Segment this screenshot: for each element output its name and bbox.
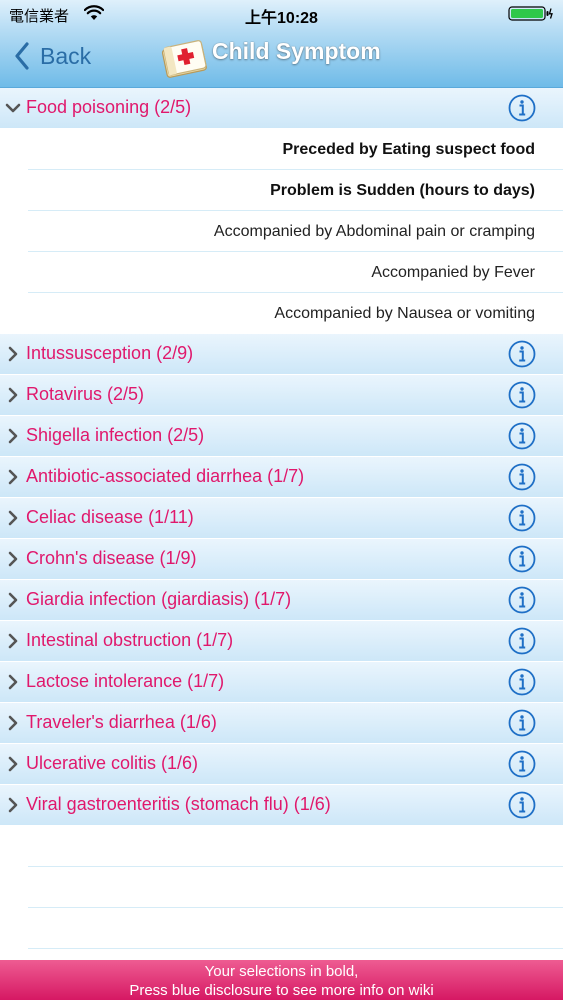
info-icon[interactable] <box>508 750 536 778</box>
info-icon[interactable] <box>508 791 536 819</box>
footer-line-1: Your selections in bold, <box>204 963 359 980</box>
chevron-right-icon <box>8 469 18 485</box>
chevron-right-icon <box>8 715 18 731</box>
page-title: Child Symptom <box>212 38 381 64</box>
battery-icon <box>508 6 553 21</box>
condition-label: Ulcerative colitis (1/6) <box>26 753 199 773</box>
symptom-label: Problem is Sudden (hours to days) <box>270 182 535 199</box>
info-icon[interactable] <box>508 381 536 409</box>
condition-section-row[interactable]: Antibiotic-associated diarrhea (1/7) <box>0 457 563 498</box>
condition-label: Viral gastroenteritis (stomach flu) (1/6… <box>26 794 331 814</box>
footer-line-2: Press blue disclosure to see more info o… <box>129 982 434 999</box>
chevron-right-icon <box>8 592 18 608</box>
info-icon[interactable] <box>508 545 536 573</box>
info-icon[interactable] <box>508 94 536 122</box>
condition-section-row[interactable]: Intussusception (2/9) <box>0 334 563 375</box>
empty-row <box>0 826 563 867</box>
info-icon[interactable] <box>508 422 536 450</box>
condition-label: Lactose intolerance (1/7) <box>26 671 225 691</box>
status-time: 上午10:28 <box>245 10 318 27</box>
info-icon[interactable] <box>508 504 536 532</box>
status-bar: 電信業者 上午10:28 <box>0 0 563 28</box>
symptom-label: Accompanied by Abdominal pain or crampin… <box>213 223 535 240</box>
symptom-label: Accompanied by Fever <box>371 264 535 281</box>
symptom-row[interactable]: Problem is Sudden (hours to days) <box>0 170 563 211</box>
back-button-label: Back <box>40 42 92 69</box>
condition-section-row[interactable]: Ulcerative colitis (1/6) <box>0 744 563 785</box>
empty-row <box>0 867 563 908</box>
condition-label: Giardia infection (giardiasis) (1/7) <box>26 589 292 609</box>
condition-section-row[interactable]: Lactose intolerance (1/7) <box>0 662 563 703</box>
condition-section-row[interactable]: Viral gastroenteritis (stomach flu) (1/6… <box>0 785 563 826</box>
condition-section-row[interactable]: Giardia infection (giardiasis) (1/7) <box>0 580 563 621</box>
condition-section-row[interactable]: Traveler's diarrhea (1/6) <box>0 703 563 744</box>
header: 電信業者 上午10:28 Back Child Symptom <box>0 0 563 88</box>
chevron-right-icon <box>8 674 18 690</box>
chevron-right-icon <box>8 428 18 444</box>
condition-section-row[interactable]: Food poisoning (2/5) <box>0 88 563 129</box>
condition-section-row[interactable]: Intestinal obstruction (1/7) <box>0 621 563 662</box>
symptom-row[interactable]: Accompanied by Abdominal pain or crampin… <box>0 211 563 252</box>
footer-hint: Your selections in bold, Press blue disc… <box>0 960 563 1000</box>
chevron-right-icon <box>8 797 18 813</box>
back-chevron-icon <box>15 42 29 70</box>
info-icon[interactable] <box>508 668 536 696</box>
condition-list: Food poisoning (2/5) Preceded by Eating s… <box>0 88 563 960</box>
chevron-right-icon <box>8 551 18 567</box>
symptom-row[interactable]: Accompanied by Fever <box>0 252 563 293</box>
chevron-right-icon <box>8 346 18 362</box>
chevron-right-icon <box>8 756 18 772</box>
chevron-down-icon <box>5 103 21 113</box>
condition-label: Rotavirus (2/5) <box>26 384 145 404</box>
symptom-label: Preceded by Eating suspect food <box>282 141 536 158</box>
chevron-right-icon <box>8 633 18 649</box>
symptom-row[interactable]: Preceded by Eating suspect food <box>0 129 563 170</box>
condition-label: Antibiotic-associated diarrhea (1/7) <box>26 466 305 486</box>
medical-book-icon <box>161 40 207 78</box>
condition-section-row[interactable]: Rotavirus (2/5) <box>0 375 563 416</box>
condition-label: Food poisoning (2/5) <box>26 97 192 117</box>
screen: 電信業者 上午10:28 Back Child Symptom Food poi… <box>0 0 563 1000</box>
condition-section-row[interactable]: Shigella infection (2/5) <box>0 416 563 457</box>
condition-label: Crohn's disease (1/9) <box>26 548 197 568</box>
symptom-label: Accompanied by Nausea or vomiting <box>274 305 535 322</box>
info-icon[interactable] <box>508 627 536 655</box>
empty-row <box>0 908 563 949</box>
info-icon[interactable] <box>508 709 536 737</box>
condition-section-row[interactable]: Crohn's disease (1/9) <box>0 539 563 580</box>
back-button[interactable]: Back <box>14 38 91 74</box>
info-icon[interactable] <box>508 463 536 491</box>
info-icon[interactable] <box>508 586 536 614</box>
condition-section-row[interactable]: Celiac disease (1/11) <box>0 498 563 539</box>
nav-bar: Back Child Symptom <box>0 28 563 88</box>
condition-label: Celiac disease (1/11) <box>26 507 194 527</box>
info-icon[interactable] <box>508 340 536 368</box>
symptom-row[interactable]: Accompanied by Nausea or vomiting <box>0 293 563 334</box>
chevron-right-icon <box>8 510 18 526</box>
condition-label: Intestinal obstruction (1/7) <box>26 630 234 650</box>
chevron-right-icon <box>8 387 18 403</box>
condition-label: Intussusception (2/9) <box>26 343 194 363</box>
condition-label: Shigella infection (2/5) <box>26 425 205 445</box>
condition-label: Traveler's diarrhea (1/6) <box>26 712 217 732</box>
